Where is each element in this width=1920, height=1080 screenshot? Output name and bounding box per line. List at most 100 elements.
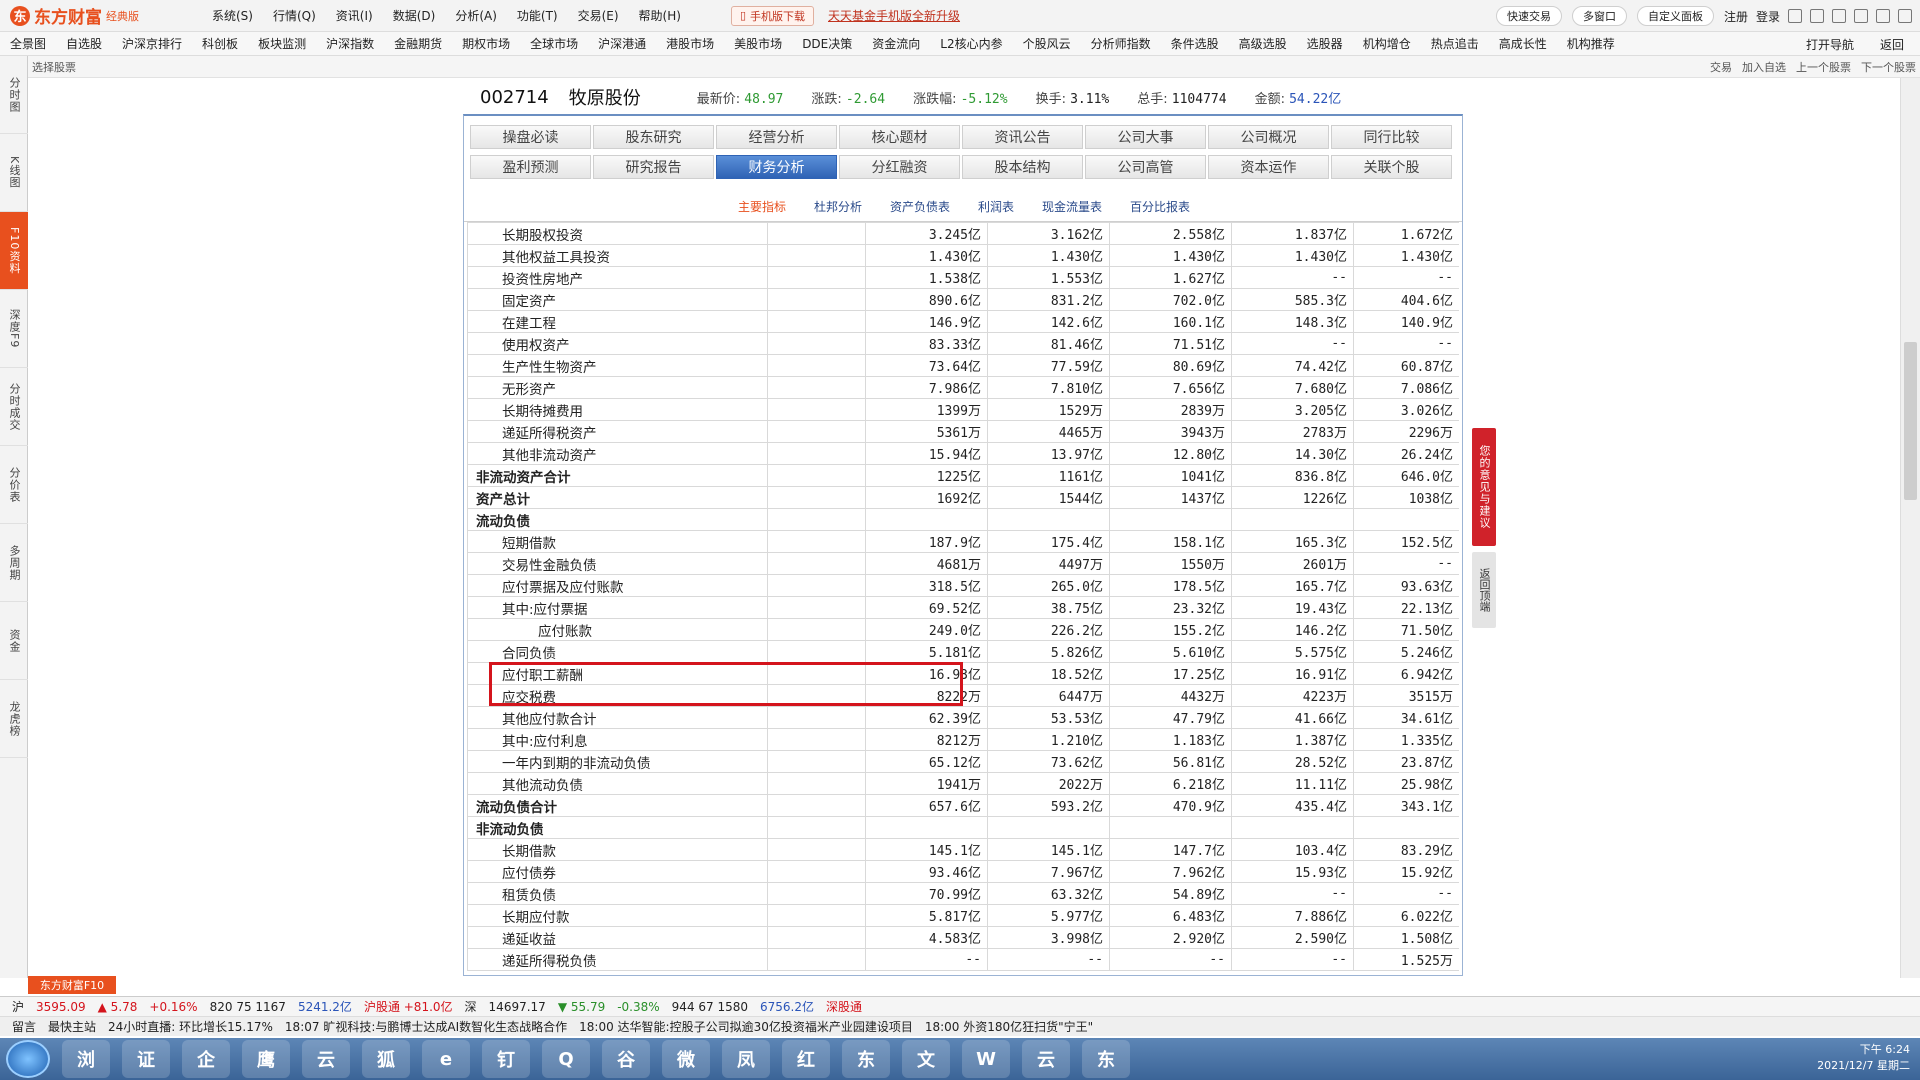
- taskbar-app-icon-12[interactable]: 红: [782, 1040, 830, 1078]
- taskbar-app-icon-4[interactable]: 云: [302, 1040, 350, 1078]
- news-item-3[interactable]: 18:07 旷视科技:与鹏博士达成AI数智化生态战略合作: [285, 1018, 567, 1035]
- sidebar-item-6[interactable]: 多周期: [0, 524, 28, 602]
- nav-right-item-0[interactable]: 打开导航: [1806, 36, 1854, 53]
- news-item-1[interactable]: 最快主站: [48, 1018, 96, 1035]
- close-icon[interactable]: [1898, 9, 1912, 23]
- news-item-5[interactable]: 18:00 外资180亿狂扫货"宁王": [925, 1018, 1093, 1035]
- nav-item-2[interactable]: 沪深京排行: [122, 35, 182, 52]
- nav-item-7[interactable]: 期权市场: [462, 35, 510, 52]
- sidebar-item-4[interactable]: 分时成交: [0, 368, 28, 446]
- subtab-2[interactable]: 资产负债表: [890, 198, 950, 215]
- taskbar-app-icon-8[interactable]: Q: [542, 1040, 590, 1078]
- nav-item-18[interactable]: 高级选股: [1239, 35, 1287, 52]
- login-link[interactable]: 登录: [1756, 8, 1780, 25]
- tab-tabrow1-3[interactable]: 核心题材: [839, 125, 960, 149]
- menu-item-5[interactable]: 功能(T): [517, 7, 558, 24]
- nav-item-22[interactable]: 高成长性: [1499, 35, 1547, 52]
- select-stock-button[interactable]: 选择股票: [32, 59, 76, 75]
- nav-item-8[interactable]: 全球市场: [530, 35, 578, 52]
- back-to-top-button[interactable]: 返回顶端: [1472, 552, 1496, 628]
- sidebar-item-2[interactable]: F10资料: [0, 212, 28, 290]
- taskbar-app-icon-7[interactable]: 钉: [482, 1040, 530, 1078]
- nav-item-9[interactable]: 沪深港通: [598, 35, 646, 52]
- start-button[interactable]: [6, 1040, 50, 1078]
- nav-item-17[interactable]: 条件选股: [1171, 35, 1219, 52]
- subtab-3[interactable]: 利润表: [978, 198, 1014, 215]
- nav-item-4[interactable]: 板块监测: [258, 35, 306, 52]
- nav-item-3[interactable]: 科创板: [202, 35, 238, 52]
- taskbar-app-icon-2[interactable]: 企: [182, 1040, 230, 1078]
- sub-action-3[interactable]: 下一个股票: [1861, 61, 1916, 74]
- balance-sheet-scroll[interactable]: 长期股权投资 3.245亿 3.162亿 2.558亿 1.837亿 1.672亿 其他权益…: [467, 222, 1459, 975]
- home-icon[interactable]: [1788, 9, 1802, 23]
- nav-item-23[interactable]: 机构推荐: [1567, 35, 1615, 52]
- tab-tabrow2-1[interactable]: 研究报告: [593, 155, 714, 179]
- tab-tabrow1-0[interactable]: 操盘必读: [470, 125, 591, 149]
- vertical-scrollbar[interactable]: [1900, 78, 1920, 978]
- nav-item-21[interactable]: 热点追击: [1431, 35, 1479, 52]
- taskbar-app-icon-13[interactable]: 东: [842, 1040, 890, 1078]
- taskbar-app-icon-16[interactable]: 云: [1022, 1040, 1070, 1078]
- promo-link[interactable]: 天天基金手机版全新升级: [828, 7, 960, 24]
- subtab-0[interactable]: 主要指标: [738, 198, 786, 215]
- menu-item-6[interactable]: 交易(E): [578, 7, 619, 24]
- download-button[interactable]: ▯ 手机版下载: [730, 5, 814, 26]
- nav-item-13[interactable]: 资金流向: [872, 35, 920, 52]
- nav-item-20[interactable]: 机构增仓: [1363, 35, 1411, 52]
- menu-item-3[interactable]: 数据(D): [393, 7, 436, 24]
- taskbar-app-icon-17[interactable]: 东: [1082, 1040, 1130, 1078]
- tab-tabrow1-5[interactable]: 公司大事: [1085, 125, 1206, 149]
- subtab-5[interactable]: 百分比报表: [1130, 198, 1190, 215]
- nav-item-15[interactable]: 个股风云: [1023, 35, 1071, 52]
- menu-item-4[interactable]: 分析(A): [455, 7, 497, 24]
- tab-tabrow2-4[interactable]: 股本结构: [962, 155, 1083, 179]
- taskbar-app-icon-10[interactable]: 微: [662, 1040, 710, 1078]
- nav-item-14[interactable]: L2核心内参: [940, 35, 1002, 52]
- nav-item-11[interactable]: 美股市场: [734, 35, 782, 52]
- sidebar-item-8[interactable]: 龙虎榜: [0, 680, 28, 758]
- sub-action-0[interactable]: 交易: [1710, 61, 1732, 74]
- tab-tabrow2-5[interactable]: 公司高管: [1085, 155, 1206, 179]
- taskbar-app-icon-6[interactable]: e: [422, 1040, 470, 1078]
- tab-tabrow2-6[interactable]: 资本运作: [1208, 155, 1329, 179]
- feedback-button[interactable]: 您的意见与建议: [1472, 428, 1496, 546]
- sidebar-item-7[interactable]: 资金: [0, 602, 28, 680]
- menu-item-1[interactable]: 行情(Q): [273, 7, 316, 24]
- minimize-icon[interactable]: [1854, 9, 1868, 23]
- tab-tabrow2-2[interactable]: 财务分析: [716, 155, 837, 179]
- nav-item-5[interactable]: 沪深指数: [326, 35, 374, 52]
- nav-item-10[interactable]: 港股市场: [666, 35, 714, 52]
- tab-tabrow1-6[interactable]: 公司概况: [1208, 125, 1329, 149]
- nav-item-19[interactable]: 选股器: [1307, 35, 1343, 52]
- refresh-icon[interactable]: [1810, 9, 1824, 23]
- sidebar-item-3[interactable]: 深度F9: [0, 290, 28, 368]
- nav-right-item-1[interactable]: 返回: [1880, 36, 1904, 53]
- nav-item-0[interactable]: 全景图: [10, 35, 46, 52]
- sidebar-item-0[interactable]: 分时图: [0, 56, 28, 134]
- tab-tabrow2-3[interactable]: 分红融资: [839, 155, 960, 179]
- taskbar-app-icon-14[interactable]: 文: [902, 1040, 950, 1078]
- taskbar-app-icon-1[interactable]: 证: [122, 1040, 170, 1078]
- subtab-4[interactable]: 现金流量表: [1042, 198, 1102, 215]
- tab-tabrow2-0[interactable]: 盈利预测: [470, 155, 591, 179]
- maximize-icon[interactable]: [1876, 9, 1890, 23]
- menu-item-7[interactable]: 帮助(H): [639, 7, 681, 24]
- tab-tabrow1-7[interactable]: 同行比较: [1331, 125, 1452, 149]
- tab-tabrow1-1[interactable]: 股东研究: [593, 125, 714, 149]
- nav-item-6[interactable]: 金融期货: [394, 35, 442, 52]
- nav-item-12[interactable]: DDE决策: [802, 35, 852, 52]
- sub-action-2[interactable]: 上一个股票: [1796, 61, 1851, 74]
- quick-trade-button[interactable]: 快速交易: [1495, 6, 1562, 26]
- taskbar-app-icon-15[interactable]: W: [962, 1040, 1010, 1078]
- tab-tabrow1-4[interactable]: 资讯公告: [962, 125, 1083, 149]
- taskbar-app-icon-9[interactable]: 谷: [602, 1040, 650, 1078]
- news-item-2[interactable]: 24小时直播: 环比增长15.17%: [108, 1018, 273, 1035]
- taskbar-app-icon-5[interactable]: 狐: [362, 1040, 410, 1078]
- nav-item-16[interactable]: 分析师指数: [1091, 35, 1151, 52]
- tab-tabrow1-2[interactable]: 经营分析: [716, 125, 837, 149]
- register-link[interactable]: 注册: [1724, 8, 1748, 25]
- multi-window-button[interactable]: 多窗口: [1571, 6, 1627, 26]
- skin-icon[interactable]: [1832, 9, 1846, 23]
- scroll-thumb[interactable]: [1904, 342, 1917, 500]
- custom-panel-button[interactable]: 自定义面板: [1636, 6, 1714, 26]
